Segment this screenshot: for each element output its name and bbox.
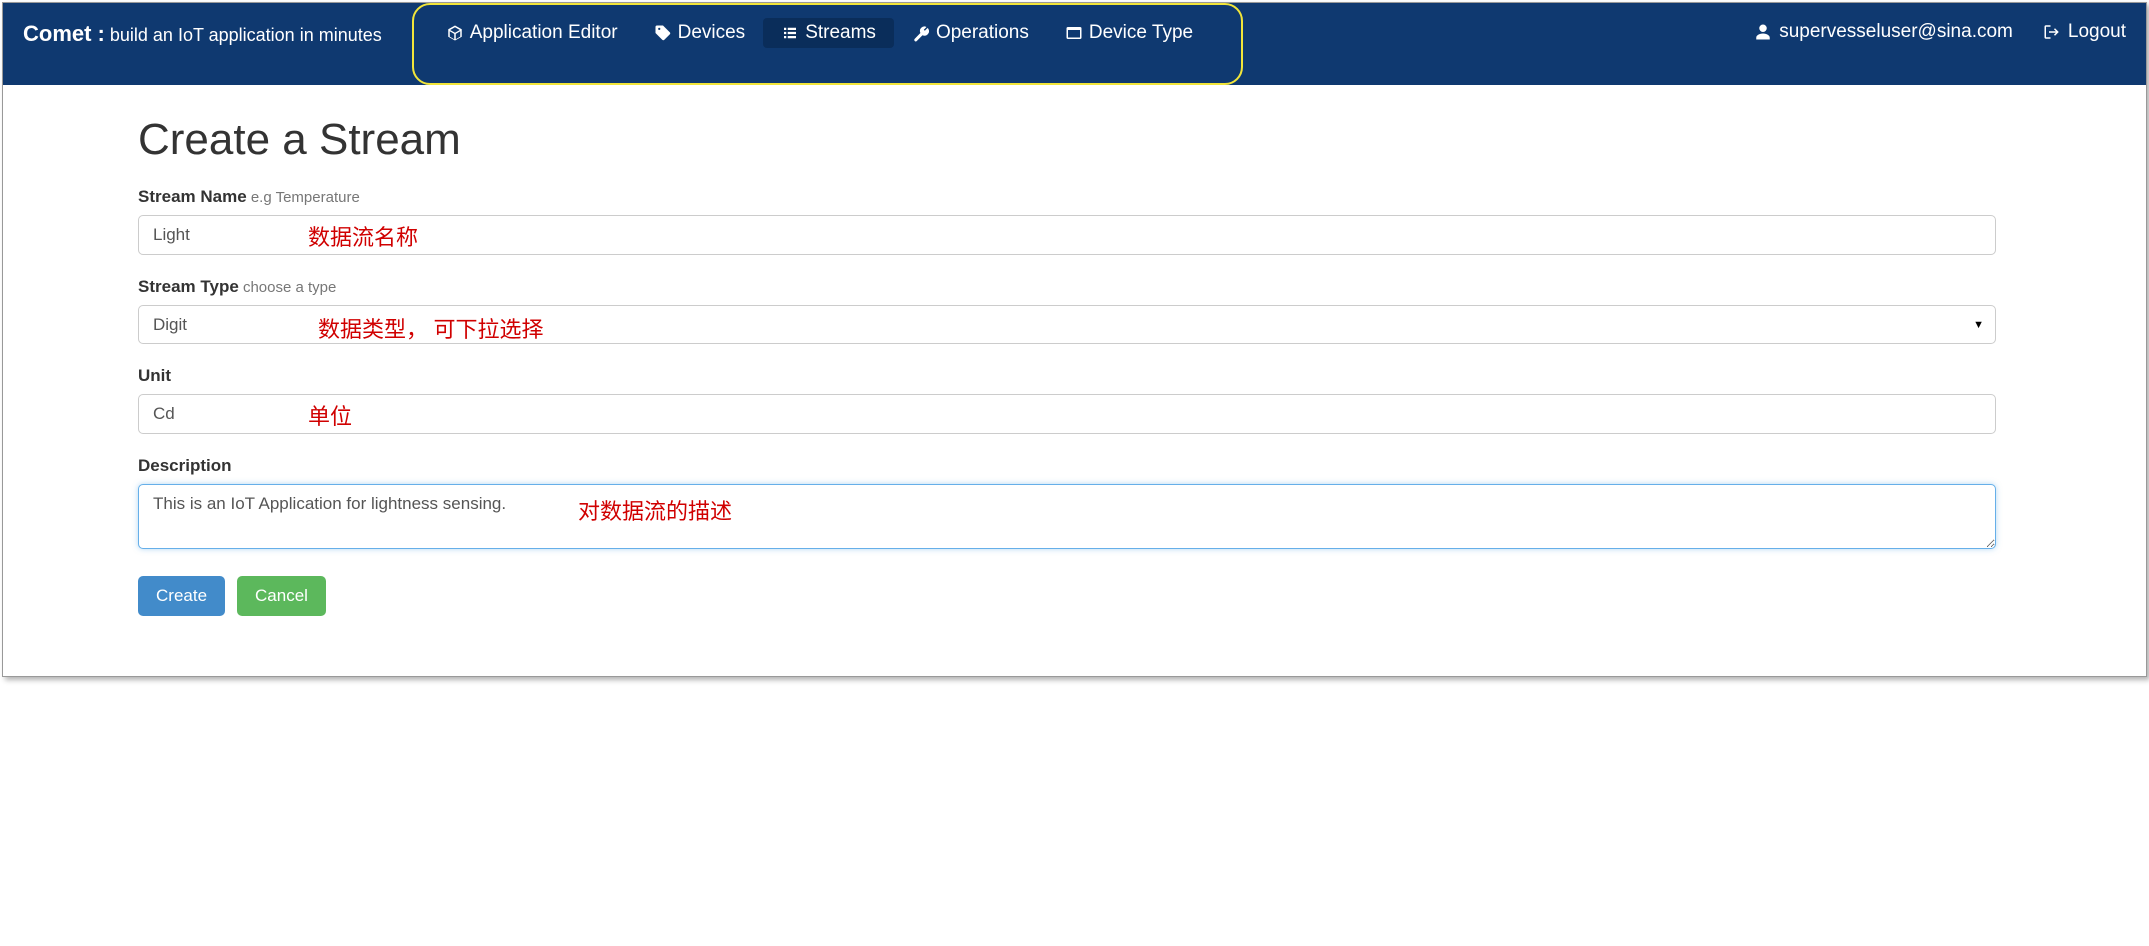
create-button[interactable]: Create: [138, 576, 225, 616]
nav-menu-highlight: Application Editor Devices Streams Opera…: [412, 3, 1243, 85]
nav-right: supervesseluser@sina.com Logout: [1754, 3, 2126, 61]
main-content: Create a Stream Stream Name e.g Temperat…: [3, 85, 2146, 676]
field-stream-type: Stream Type choose a type Digit ▼ 数据类型， …: [138, 277, 1996, 344]
logout-link[interactable]: Logout: [2043, 21, 2126, 43]
list-icon: [781, 24, 799, 42]
page-title: Create a Stream: [138, 115, 1996, 165]
unit-label: Unit: [138, 366, 1996, 386]
user-email: supervesseluser@sina.com: [1779, 21, 2013, 43]
logout-label: Logout: [2068, 21, 2126, 43]
tag-icon: [654, 24, 672, 42]
description-label: Description: [138, 456, 1996, 476]
nav-operations[interactable]: Operations: [894, 18, 1047, 48]
cancel-button[interactable]: Cancel: [237, 576, 326, 616]
wrench-icon: [912, 24, 930, 42]
cube-icon: [446, 24, 464, 42]
brand-subtitle: build an IoT application in minutes: [105, 25, 382, 45]
window-icon: [1065, 24, 1083, 42]
nav-application-editor[interactable]: Application Editor: [428, 18, 636, 48]
stream-name-input[interactable]: [138, 215, 1996, 255]
nav-streams[interactable]: Streams: [763, 18, 894, 48]
brand-name: Comet :: [23, 21, 105, 46]
nav-item-label: Device Type: [1089, 22, 1193, 44]
user-icon: [1754, 23, 1772, 41]
nav-item-label: Streams: [805, 22, 876, 44]
nav-item-label: Application Editor: [470, 22, 618, 44]
app-frame: Comet : build an IoT application in minu…: [2, 2, 2147, 677]
stream-type-select[interactable]: Digit: [138, 305, 1996, 344]
brand: Comet : build an IoT application in minu…: [23, 3, 382, 65]
user-menu[interactable]: supervesseluser@sina.com: [1754, 21, 2013, 43]
navbar: Comet : build an IoT application in minu…: [3, 3, 2146, 85]
stream-type-label: Stream Type choose a type: [138, 277, 1996, 297]
nav-item-label: Devices: [678, 22, 746, 44]
nav-device-type[interactable]: Device Type: [1047, 18, 1211, 48]
nav-item-label: Operations: [936, 22, 1029, 44]
stream-name-label: Stream Name e.g Temperature: [138, 187, 1996, 207]
logout-icon: [2043, 23, 2061, 41]
field-stream-name: Stream Name e.g Temperature 数据流名称: [138, 187, 1996, 255]
button-row: Create Cancel: [138, 576, 1996, 616]
field-description: Description This is an IoT Application f…: [138, 456, 1996, 554]
description-textarea[interactable]: This is an IoT Application for lightness…: [138, 484, 1996, 549]
unit-input[interactable]: [138, 394, 1996, 434]
nav-devices[interactable]: Devices: [636, 18, 764, 48]
field-unit: Unit 单位: [138, 366, 1996, 434]
